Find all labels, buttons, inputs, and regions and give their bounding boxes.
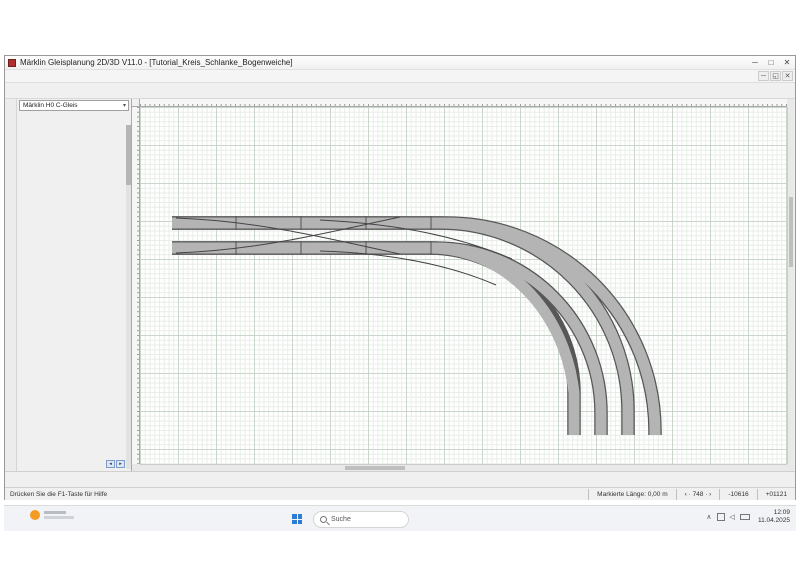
status-zoom: ‹ · 748 · ›	[676, 489, 720, 500]
track-plan-canvas[interactable]	[140, 107, 787, 464]
ruler-top	[140, 99, 787, 107]
library-page-prev-button[interactable]: ◂	[106, 460, 115, 468]
library-toolbar	[19, 112, 129, 124]
clock[interactable]: 12:09 11.04.2025	[758, 509, 790, 524]
battery-icon[interactable]	[740, 514, 750, 520]
side-toolbar	[5, 99, 17, 471]
library-page-next-button[interactable]: ▸	[116, 460, 125, 468]
track-library-panel: Märklin H0 C-Gleis ▾ ◂ ▸	[17, 99, 132, 471]
status-bar: Drücken Sie die F1-Taste für Hilfe Marki…	[5, 487, 795, 500]
network-icon[interactable]	[717, 513, 725, 521]
mdi-minimize-button[interactable]: ─	[758, 71, 769, 81]
status-coord-y: +01121	[757, 489, 795, 500]
mdi-restore-button[interactable]: ◱	[770, 71, 781, 81]
tray-date: 11.04.2025	[758, 517, 790, 525]
ruler-corner	[132, 99, 140, 107]
minimize-button[interactable]: ─	[747, 57, 763, 69]
search-placeholder: Suche	[331, 516, 351, 523]
vertical-scrollbar[interactable]	[787, 107, 794, 464]
library-scrollbar[interactable]	[126, 125, 131, 469]
track-beds	[172, 223, 655, 435]
library-grid	[18, 125, 126, 469]
widget-text	[44, 511, 74, 519]
windows-taskbar: Suche ∧ ◁ 12:09 11.04.2025	[4, 505, 796, 531]
start-button[interactable]	[287, 509, 307, 529]
maximize-button[interactable]: □	[763, 57, 779, 69]
windows-logo-icon	[292, 514, 302, 524]
app-icon	[8, 59, 16, 67]
weather-widget[interactable]	[30, 510, 74, 520]
ruler-left	[132, 107, 140, 464]
title-bar: Märklin Gleisplanung 2D/3D V11.0 - [Tuto…	[5, 56, 795, 70]
status-coord-x: -10616	[719, 489, 756, 500]
system-tray: ∧ ◁ 12:09 11.04.2025	[703, 509, 790, 524]
layer-bar	[5, 471, 795, 487]
library-selector-label: Märklin H0 C-Gleis	[23, 102, 78, 109]
status-marked-length: Markierte Länge: 0,00 m	[588, 489, 675, 500]
app-window: Märklin Gleisplanung 2D/3D V11.0 - [Tuto…	[4, 55, 796, 500]
tray-chevron-icon[interactable]: ∧	[706, 513, 711, 521]
close-button[interactable]: ✕	[779, 57, 795, 69]
canvas-area	[132, 99, 794, 471]
horizontal-scrollbar[interactable]	[140, 464, 787, 471]
volume-icon[interactable]: ◁	[730, 513, 735, 521]
chevron-down-icon: ▾	[123, 101, 126, 111]
mdi-close-button[interactable]: ✕	[782, 71, 793, 81]
taskbar-search[interactable]: Suche	[313, 511, 409, 528]
main-toolbar	[5, 83, 795, 99]
status-help-text: Drücken Sie die F1-Taste für Hilfe	[5, 491, 588, 498]
sun-icon	[30, 510, 40, 520]
tray-time: 12:09	[758, 509, 790, 517]
menu-bar: ─ ◱ ✕	[5, 70, 795, 83]
search-icon	[320, 516, 327, 523]
window-title: Märklin Gleisplanung 2D/3D V11.0 - [Tuto…	[20, 58, 293, 67]
library-selector-dropdown[interactable]: Märklin H0 C-Gleis ▾	[19, 100, 129, 111]
